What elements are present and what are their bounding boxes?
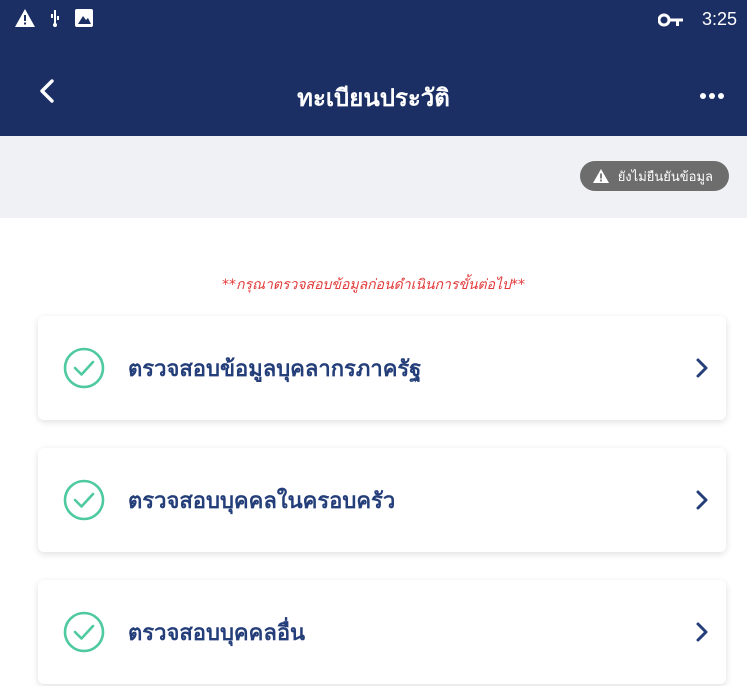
check-circle-icon <box>63 347 105 389</box>
image-notification-icon <box>75 9 93 27</box>
check-circle-icon <box>63 611 105 653</box>
status-badge: ยังไม่ยืนยันข้อมูล <box>579 161 729 191</box>
warning-icon <box>592 169 609 183</box>
item-label: ตรวจสอบบุคคลอื่น <box>128 621 306 646</box>
chevron-right-icon <box>696 490 708 510</box>
status-badge-label: ยังไม่ยืนยันข้อมูล <box>617 169 713 185</box>
status-bar-left <box>14 8 94 28</box>
warning-icon <box>15 9 35 27</box>
status-bar: 3:25 <box>0 0 747 40</box>
item-label: ตรวจสอบบุคคลในครอบครัว <box>128 489 396 514</box>
usb-icon <box>51 10 59 27</box>
check-circle-icon <box>63 479 105 521</box>
app-screen: 3:25 ทะเบียนประวัติ ยังไม่ยืนยันข้อมูล *… <box>0 0 747 686</box>
more-options-button[interactable] <box>699 86 725 99</box>
more-horizontal-icon <box>700 93 724 99</box>
status-bar-right: 3:25 <box>657 9 737 30</box>
chevron-right-icon <box>696 622 708 642</box>
check-family-members-item[interactable]: ตรวจสอบบุคคลในครอบครัว <box>38 448 726 552</box>
status-time: 3:25 <box>701 9 737 29</box>
app-bar: ทะเบียนประวัติ <box>0 40 747 136</box>
page-title: ทะเบียนประวัติ <box>297 84 450 112</box>
vpn-key-icon <box>657 13 683 26</box>
status-strip: ยังไม่ยืนยันข้อมูล <box>0 136 747 218</box>
item-label: ตรวจสอบข้อมูลบุคลากรภาครัฐ <box>128 357 422 382</box>
check-other-persons-item[interactable]: ตรวจสอบบุคคลอื่น <box>38 580 726 684</box>
check-civil-servant-info-item[interactable]: ตรวจสอบข้อมูลบุคลากรภาครัฐ <box>38 316 726 420</box>
chevron-right-icon <box>696 358 708 378</box>
instruction-notice: **กรุณาตรวจสอบข้อมูลก่อนดำเนินการขั้นต่อ… <box>222 277 525 293</box>
